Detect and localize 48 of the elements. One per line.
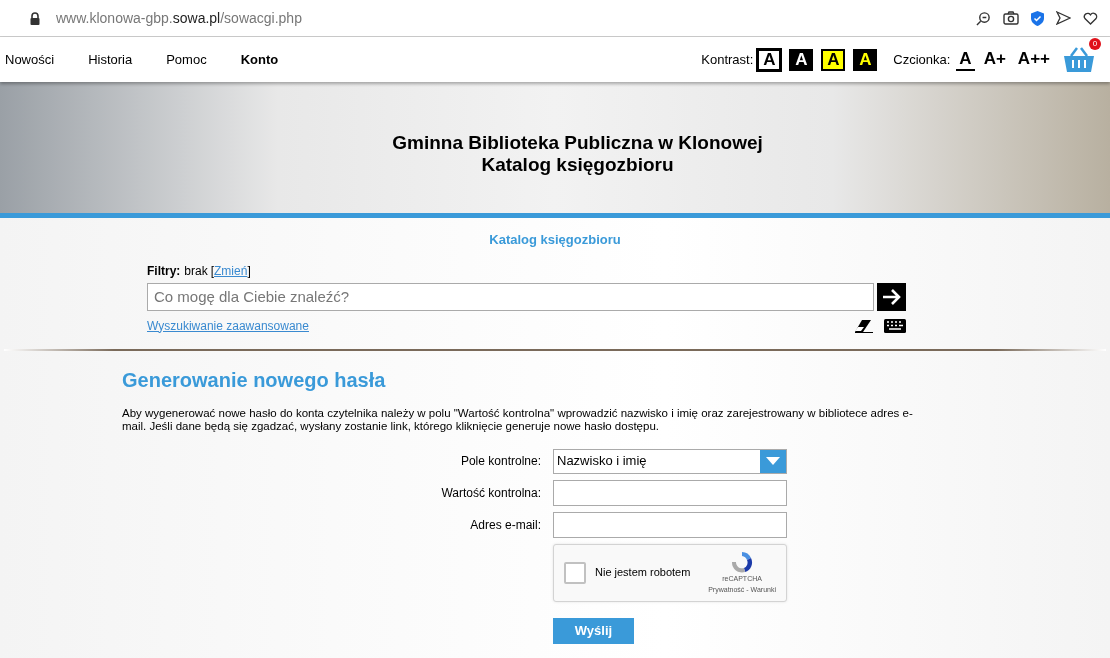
recaptcha-label: Nie jestem robotem <box>595 565 691 581</box>
nav-link[interactable]: Nowości <box>5 49 55 70</box>
text-field[interactable] <box>553 479 787 506</box>
arrow-right-icon <box>881 287 902 306</box>
font-size-label: Czcionka: <box>893 50 951 69</box>
recaptcha-checkbox[interactable] <box>564 561 586 584</box>
field-label: Pole kontrolne: <box>459 453 541 470</box>
nav-link[interactable]: Pomoc <box>166 49 207 70</box>
font-size-button[interactable]: A++ <box>1014 48 1053 71</box>
text-field[interactable] <box>553 511 787 538</box>
shield-icon[interactable] <box>1031 10 1044 26</box>
search-submit-button[interactable] <box>877 282 906 311</box>
advanced-search-link[interactable]: Wyszukiwanie zaawansowane <box>147 316 309 335</box>
form-description: Aby wygenerować nowe hasło do konta czytelnika należy w polu "Wartość kontrolna" wprowadzić nazwisko i imię oraz zarejestrowany w bibliotece adres e-mail. Jeśli dane będą się zgadzać, wysłany zostanie link, którego kliknięcie generuje nowe hasło dostępu. <box>122 406 914 433</box>
font-size-button[interactable]: A <box>956 48 975 71</box>
cart-count-badge: 0 <box>1089 37 1101 50</box>
nav-link[interactable]: Historia <box>88 49 133 70</box>
camera-icon[interactable] <box>1003 11 1019 25</box>
address-url[interactable]: www.klonowa-gbp.sowa.pl/sowacgi.php <box>56 7 302 29</box>
contrast-button[interactable]: A <box>757 48 782 71</box>
filters-value: brak <box>184 262 208 280</box>
bracket-text: [ <box>210 262 215 280</box>
form-title: Generowanie nowego hasła <box>122 367 387 393</box>
contrast-button[interactable]: A <box>789 48 814 71</box>
library-title: Gminna Biblioteka Publiczna w Klonowej <box>392 131 763 154</box>
recaptcha-logo-icon <box>730 550 755 574</box>
contrast-label: Kontrast: <box>701 50 754 69</box>
filters-label: Filtry: <box>147 262 181 280</box>
basket-icon[interactable] <box>1063 46 1095 73</box>
dropdown-caret-icon <box>760 449 786 473</box>
field-label: Wartość kontrolna: <box>440 484 541 502</box>
eraser-icon[interactable] <box>854 318 874 333</box>
search-field[interactable]: Co mogę dla Ciebie znaleźć? <box>147 282 874 311</box>
send-icon[interactable] <box>1056 11 1071 25</box>
search-heading: Katalog księgozbioru <box>489 231 621 249</box>
heart-icon[interactable] <box>1083 11 1098 25</box>
nav-link[interactable]: Konto <box>240 49 279 70</box>
keyboard-icon[interactable] <box>884 318 906 333</box>
font-size-button[interactable]: A+ <box>980 48 1009 71</box>
control-field-select[interactable]: Nazwisko i imię <box>553 448 787 474</box>
contrast-button[interactable]: A <box>853 48 878 71</box>
select-value: Nazwisko i imię <box>556 452 648 471</box>
bracket-text: ] <box>247 262 251 280</box>
contrast-button[interactable]: A <box>821 48 846 71</box>
zoom-out-icon[interactable] <box>976 10 991 26</box>
lock-icon <box>30 11 40 25</box>
catalog-title: Katalog księgozbioru <box>481 153 674 176</box>
field-label: Adres e-mail: <box>469 516 541 534</box>
